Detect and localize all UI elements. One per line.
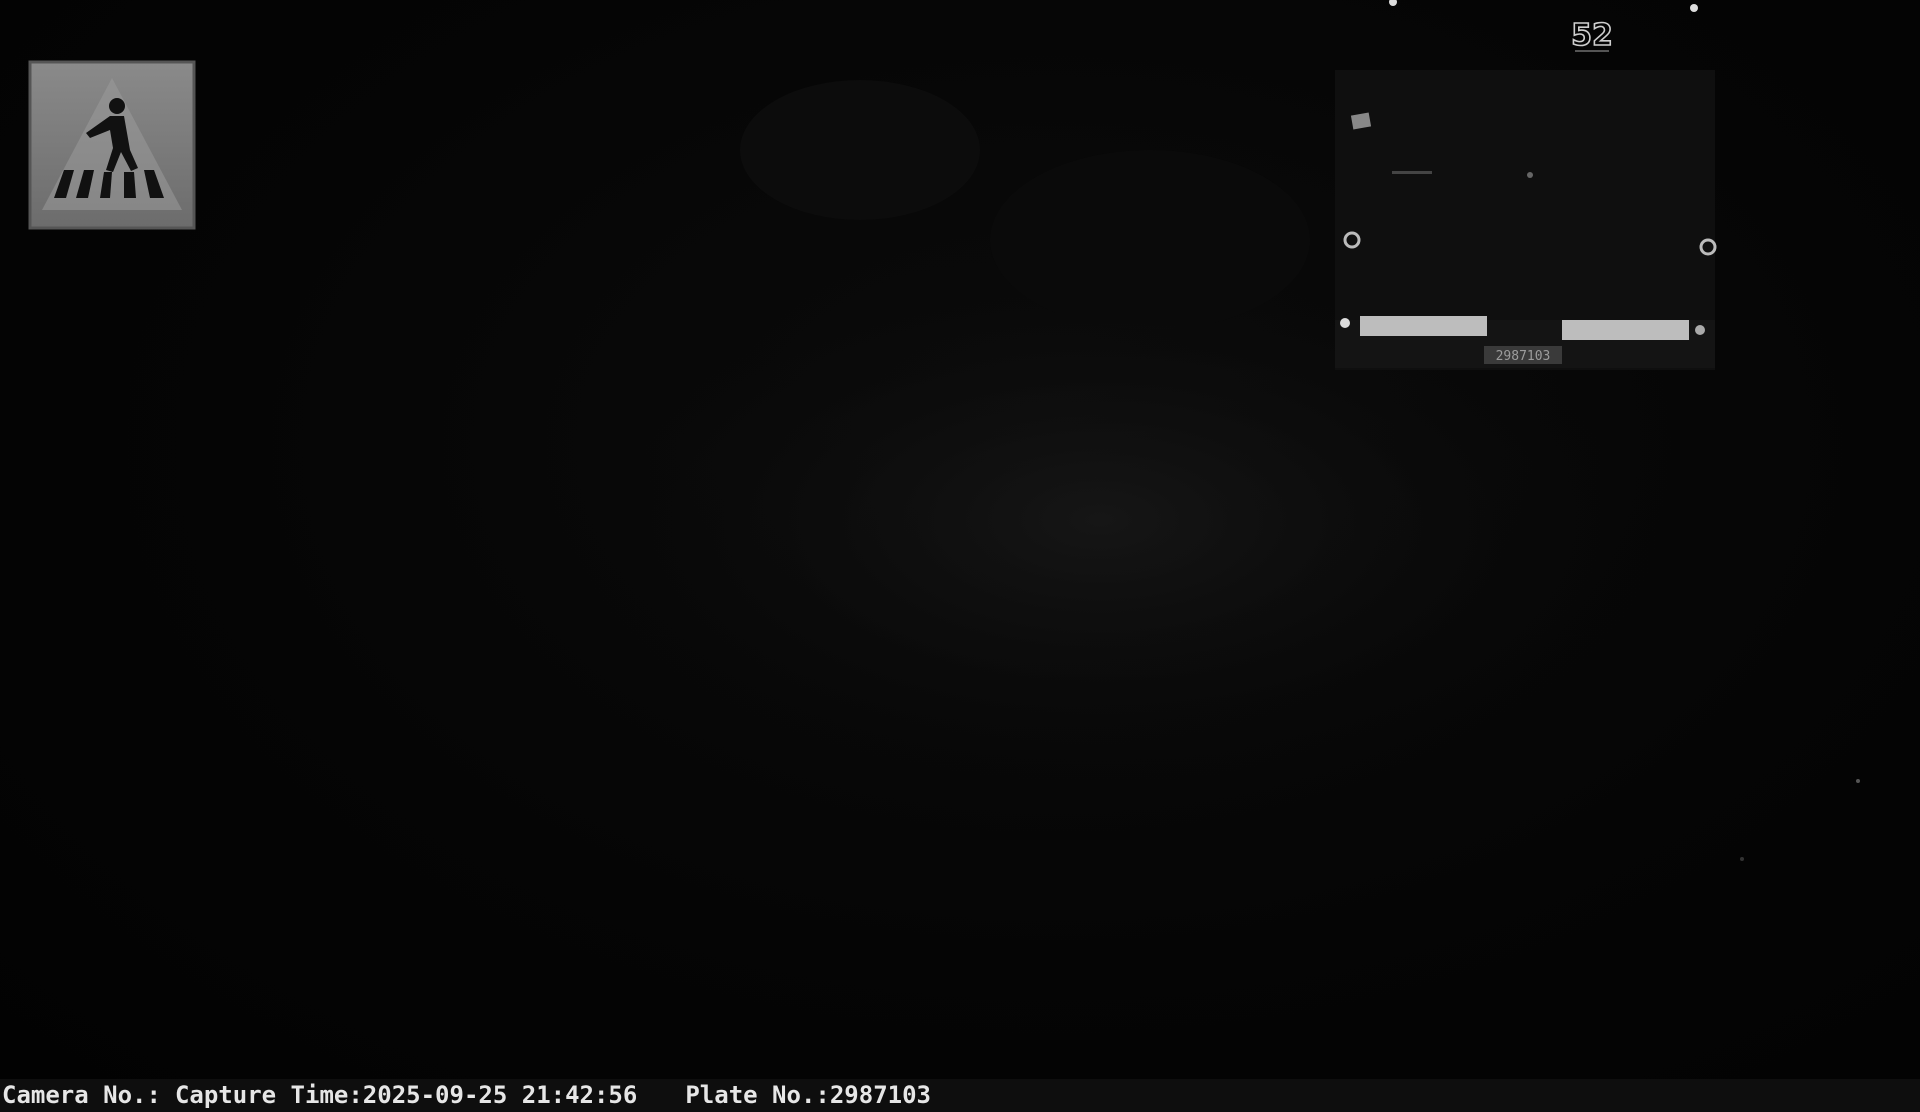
camera-info-overlay: Camera No.: Capture Time: 2025-09-25 21:… xyxy=(0,1079,1920,1112)
pedestrian-crossing-sign-icon xyxy=(28,60,196,230)
camera-number-label: Camera No.: xyxy=(2,1081,161,1109)
distant-light xyxy=(1856,779,1860,783)
truck-license-plate-text: 2987103 xyxy=(1496,349,1551,364)
truck-rear-mark: 52 xyxy=(1571,18,1613,53)
night-road-scene: 2987103 52 xyxy=(28,0,1860,861)
capture-time-value: 2025-09-25 21:42:56 xyxy=(362,1081,638,1109)
distant-light xyxy=(1389,0,1397,6)
camera-frame: 2987103 52 Camera No.: Capture Time: 202… xyxy=(0,0,1920,1112)
distant-light xyxy=(1690,4,1698,12)
capture-time-label: Capture Time: xyxy=(174,1081,363,1109)
reflector-strip-left xyxy=(1360,316,1487,336)
plate-number-value: 2987103 xyxy=(829,1081,931,1109)
background-tree-shape xyxy=(740,80,980,220)
distant-light xyxy=(1740,857,1744,861)
truck-rear: 2987103 52 xyxy=(1335,17,1717,370)
plate-number-label: Plate No.: xyxy=(685,1081,830,1109)
reflector-strip-right xyxy=(1562,320,1689,340)
